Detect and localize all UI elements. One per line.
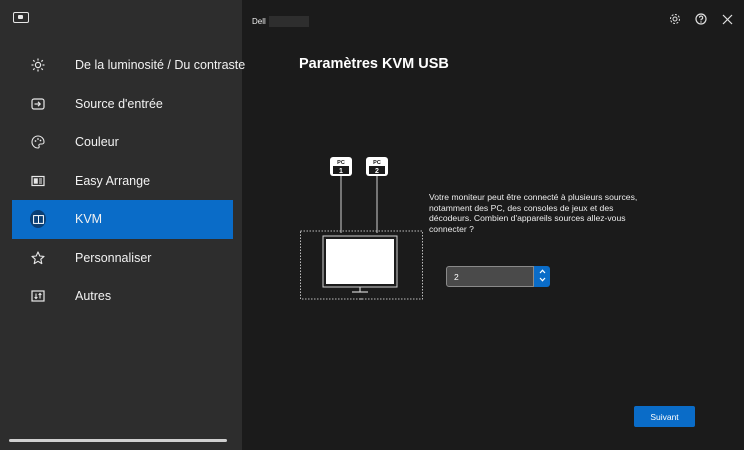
- pc2-number: 2: [375, 168, 379, 175]
- input-source-icon: [30, 96, 46, 112]
- kvm-description: Votre moniteur peut être connecté à plus…: [429, 192, 638, 234]
- sidebar: De la luminosité / Du contraste Source d…: [0, 0, 246, 450]
- palette-icon: [30, 134, 46, 150]
- sidebar-item-others[interactable]: Autres: [0, 277, 242, 316]
- sidebar-item-kvm[interactable]: KVM: [12, 200, 233, 239]
- sidebar-item-label: Personnaliser: [75, 250, 152, 265]
- others-icon: [30, 288, 46, 304]
- window-controls: [668, 12, 734, 26]
- sidebar-item-label: De la luminosité / Du contraste: [75, 58, 246, 73]
- star-icon: [30, 250, 46, 266]
- sidebar-item-input-source[interactable]: Source d'entrée: [0, 85, 242, 124]
- monitor-logo-icon: [13, 12, 29, 23]
- sidebar-item-easy-arrange[interactable]: Easy Arrange: [0, 162, 242, 201]
- sidebar-item-color[interactable]: Couleur: [0, 123, 242, 162]
- sidebar-item-label: Source d'entrée: [75, 96, 163, 111]
- sidebar-item-brightness[interactable]: De la luminosité / Du contraste: [0, 46, 246, 85]
- help-icon[interactable]: [694, 12, 708, 26]
- pc1-number: 1: [339, 168, 343, 175]
- pc2-label: PC: [373, 160, 381, 166]
- brightness-icon: [30, 57, 46, 73]
- monitor-name: Dell: [252, 16, 309, 27]
- sidebar-item-label: Autres: [75, 289, 112, 304]
- main-panel: Dell Paramètres KVM USB PC 1 PC 2 Votre …: [242, 0, 744, 450]
- close-icon[interactable]: [720, 12, 734, 26]
- gear-icon[interactable]: [668, 12, 682, 26]
- next-button[interactable]: Suivant: [634, 406, 695, 427]
- sidebar-item-label: Couleur: [75, 135, 119, 150]
- pc1-label: PC: [337, 160, 345, 166]
- layout-icon: [30, 173, 46, 189]
- monitor-model-redacted: [268, 16, 309, 27]
- sidebar-item-label: KVM: [75, 212, 103, 227]
- page-title: Paramètres KVM USB: [299, 56, 449, 72]
- sidebar-scrollbar[interactable]: [9, 439, 227, 442]
- sidebar-item-label: Easy Arrange: [75, 173, 151, 188]
- sidebar-item-personalize[interactable]: Personnaliser: [0, 239, 242, 278]
- source-count-select[interactable]: 2: [446, 266, 550, 287]
- sidebar-nav: De la luminosité / Du contraste Source d…: [0, 46, 246, 316]
- source-count-value[interactable]: 2: [446, 266, 534, 287]
- spinner-buttons[interactable]: [534, 266, 550, 287]
- chevron-down-icon[interactable]: [539, 277, 546, 285]
- kvm-icon: [30, 210, 46, 229]
- monitor-brand: Dell: [252, 17, 266, 26]
- chevron-up-icon[interactable]: [539, 268, 546, 277]
